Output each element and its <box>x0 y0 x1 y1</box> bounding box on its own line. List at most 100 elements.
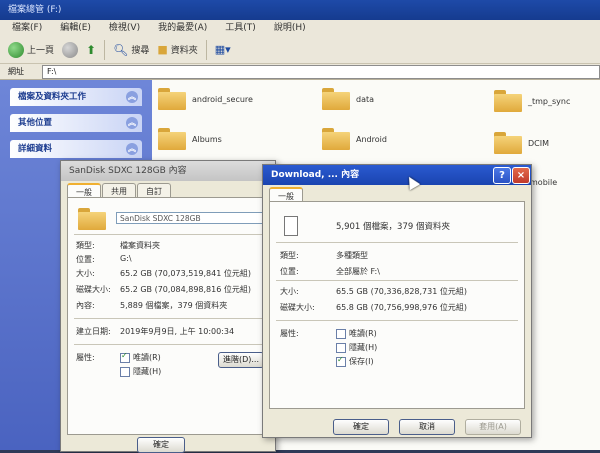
readonly-label: 唯讀(R) <box>349 329 377 338</box>
contents-label: 內容: <box>76 301 95 310</box>
size-label: 大小: <box>76 269 95 278</box>
attributes-label: 屬性: <box>280 329 299 338</box>
folder-icon <box>494 132 522 154</box>
folder-name: _tmp_sync <box>528 96 571 106</box>
checkbox-checked-icon <box>336 355 346 367</box>
up-folder-button[interactable]: ⬆ <box>86 43 96 57</box>
folder-item[interactable]: Android <box>322 128 387 150</box>
readonly-checkbox[interactable]: 唯讀(R) <box>336 328 377 339</box>
help-icon[interactable]: ? <box>493 167 511 184</box>
folder-name: Android <box>356 134 387 144</box>
back-button[interactable]: 上一頁 <box>8 41 55 58</box>
created-value: 2019年9月9日, 上午 10:00:34 <box>120 327 235 336</box>
forward-button[interactable] <box>62 41 79 58</box>
search-icon: 🔍︎ <box>113 42 129 57</box>
archive-checkbox[interactable]: 保存(I) <box>336 355 374 367</box>
divider <box>74 344 262 345</box>
folder-name: mobile <box>530 178 558 187</box>
folder-item[interactable]: DCIM <box>494 132 549 154</box>
general-panel: SanDisk SDXC 128GB 類型: 檔案資料夾 位置: G:\ 大小:… <box>67 197 269 435</box>
readonly-checkbox[interactable]: 唯讀(R) <box>120 351 161 363</box>
checkbox-checked-icon <box>120 351 130 363</box>
divider <box>276 280 518 281</box>
collapse-chevron-icon[interactable]: ︽ <box>126 91 138 103</box>
ok-button[interactable]: 確定 <box>333 419 389 435</box>
location-label: 位置: <box>280 267 299 276</box>
folder-icon <box>78 208 106 230</box>
size-label: 大小: <box>280 287 299 296</box>
address-input[interactable]: F:\ <box>42 65 600 79</box>
folder-item[interactable]: _tmp_sync <box>494 90 570 112</box>
folder-item[interactable]: data <box>322 88 374 110</box>
ok-button[interactable]: 確定 <box>137 437 185 453</box>
toolbar-divider-2 <box>205 39 207 60</box>
name-field[interactable]: SanDisk SDXC 128GB <box>116 212 266 224</box>
divider <box>74 234 262 235</box>
task-group-label: 詳細資料 <box>18 144 53 154</box>
contents-value: 5,889 個檔案，379 個資料夾 <box>120 301 228 310</box>
folders-button[interactable]: ■ 資料夾 <box>157 43 197 56</box>
created-label: 建立日期: <box>76 327 111 336</box>
folders-icon: ■ <box>157 43 168 56</box>
back-arrow-icon <box>8 41 24 58</box>
back-label: 上一頁 <box>27 46 55 56</box>
multiple-documents-icon <box>284 213 302 236</box>
close-icon[interactable]: × <box>512 167 530 184</box>
hidden-checkbox[interactable]: 隱藏(H) <box>120 366 161 377</box>
advanced-button[interactable]: 進階(D)... <box>218 352 264 368</box>
task-group-details[interactable]: 詳細資料 ︽ <box>10 140 142 158</box>
task-group-file-folder[interactable]: 檔案及資料夾工作 ︽ <box>10 88 142 106</box>
checkbox-icon <box>336 342 346 353</box>
menu-help[interactable]: 說明(H) <box>274 20 306 36</box>
archive-label: 保存(I) <box>349 357 374 366</box>
location-value: G:\ <box>120 254 132 263</box>
search-label: 搜尋 <box>131 46 150 56</box>
apply-button[interactable]: 套用(A) <box>465 419 521 435</box>
divider <box>74 318 262 319</box>
hidden-label: 隱藏(H) <box>133 367 162 376</box>
views-button[interactable]: ▦▾ <box>215 43 231 56</box>
up-folder-icon: ⬆ <box>86 42 97 57</box>
toolbar: 上一頁 ⬆ 🔍︎ 搜尋 ■ 資料夾 ▦▾ <box>0 36 600 64</box>
explorer-title: 檔案總管 (F:) <box>0 0 600 20</box>
location-label: 位置: <box>76 255 95 264</box>
menu-view[interactable]: 檢視(V) <box>109 20 140 36</box>
hidden-checkbox[interactable]: 隱藏(H) <box>336 342 377 353</box>
drive-properties-dialog: SanDisk SDXC 128GB 內容 一般 共用 自訂 SanDisk S… <box>60 160 276 453</box>
folder-name: data <box>356 94 375 104</box>
folder-icon <box>322 88 350 110</box>
address-bar: 網址(D) F:\ <box>0 64 600 92</box>
menu-file[interactable]: 檔案(F) <box>12 20 42 36</box>
dialog-title: SanDisk SDXC 128GB 內容 <box>61 161 275 181</box>
type-value: 多種類型 <box>336 251 368 260</box>
disk-size-value: 65.8 GB (70,756,998,976 位元組) <box>336 303 467 312</box>
checkbox-icon <box>336 328 346 339</box>
forward-arrow-icon <box>62 41 79 58</box>
divider <box>276 320 518 321</box>
size-value: 65.2 GB (70,073,519,841 位元組) <box>120 269 251 278</box>
download-properties-dialog: Download, ... 內容 ? × 一般 5,901 個檔案，379 個資… <box>262 164 532 438</box>
size-value: 65.5 GB (70,336,828,731 位元組) <box>336 287 467 296</box>
search-button[interactable]: 🔍︎ 搜尋 <box>113 43 149 57</box>
folder-item[interactable]: Albums <box>158 128 222 150</box>
folder-item[interactable]: mobile <box>530 178 557 187</box>
folder-item[interactable]: android_secure <box>158 88 253 110</box>
menu-edit[interactable]: 編輯(E) <box>60 20 91 36</box>
checkbox-icon <box>120 366 130 377</box>
disk-size-value: 65.2 GB (70,084,898,816 位元組) <box>120 285 251 294</box>
collapse-chevron-icon[interactable]: ︽ <box>126 143 138 155</box>
attributes-label: 屬性: <box>76 353 95 362</box>
folders-label: 資料夾 <box>170 46 198 56</box>
task-group-other-places[interactable]: 其他位置 ︽ <box>10 114 142 132</box>
hidden-label: 隱藏(H) <box>349 343 378 352</box>
cancel-button[interactable]: 取消 <box>399 419 455 435</box>
collapse-chevron-icon[interactable]: ︽ <box>126 117 138 129</box>
address-label: 網址(D) <box>8 67 24 92</box>
type-value: 檔案資料夾 <box>120 241 160 250</box>
menu-favorites[interactable]: 我的最愛(A) <box>158 20 207 36</box>
readonly-label: 唯讀(R) <box>133 353 161 362</box>
menu-tools[interactable]: 工具(T) <box>225 20 256 36</box>
folder-icon <box>158 128 186 150</box>
folder-icon <box>158 88 186 110</box>
folder-icon <box>322 128 350 150</box>
